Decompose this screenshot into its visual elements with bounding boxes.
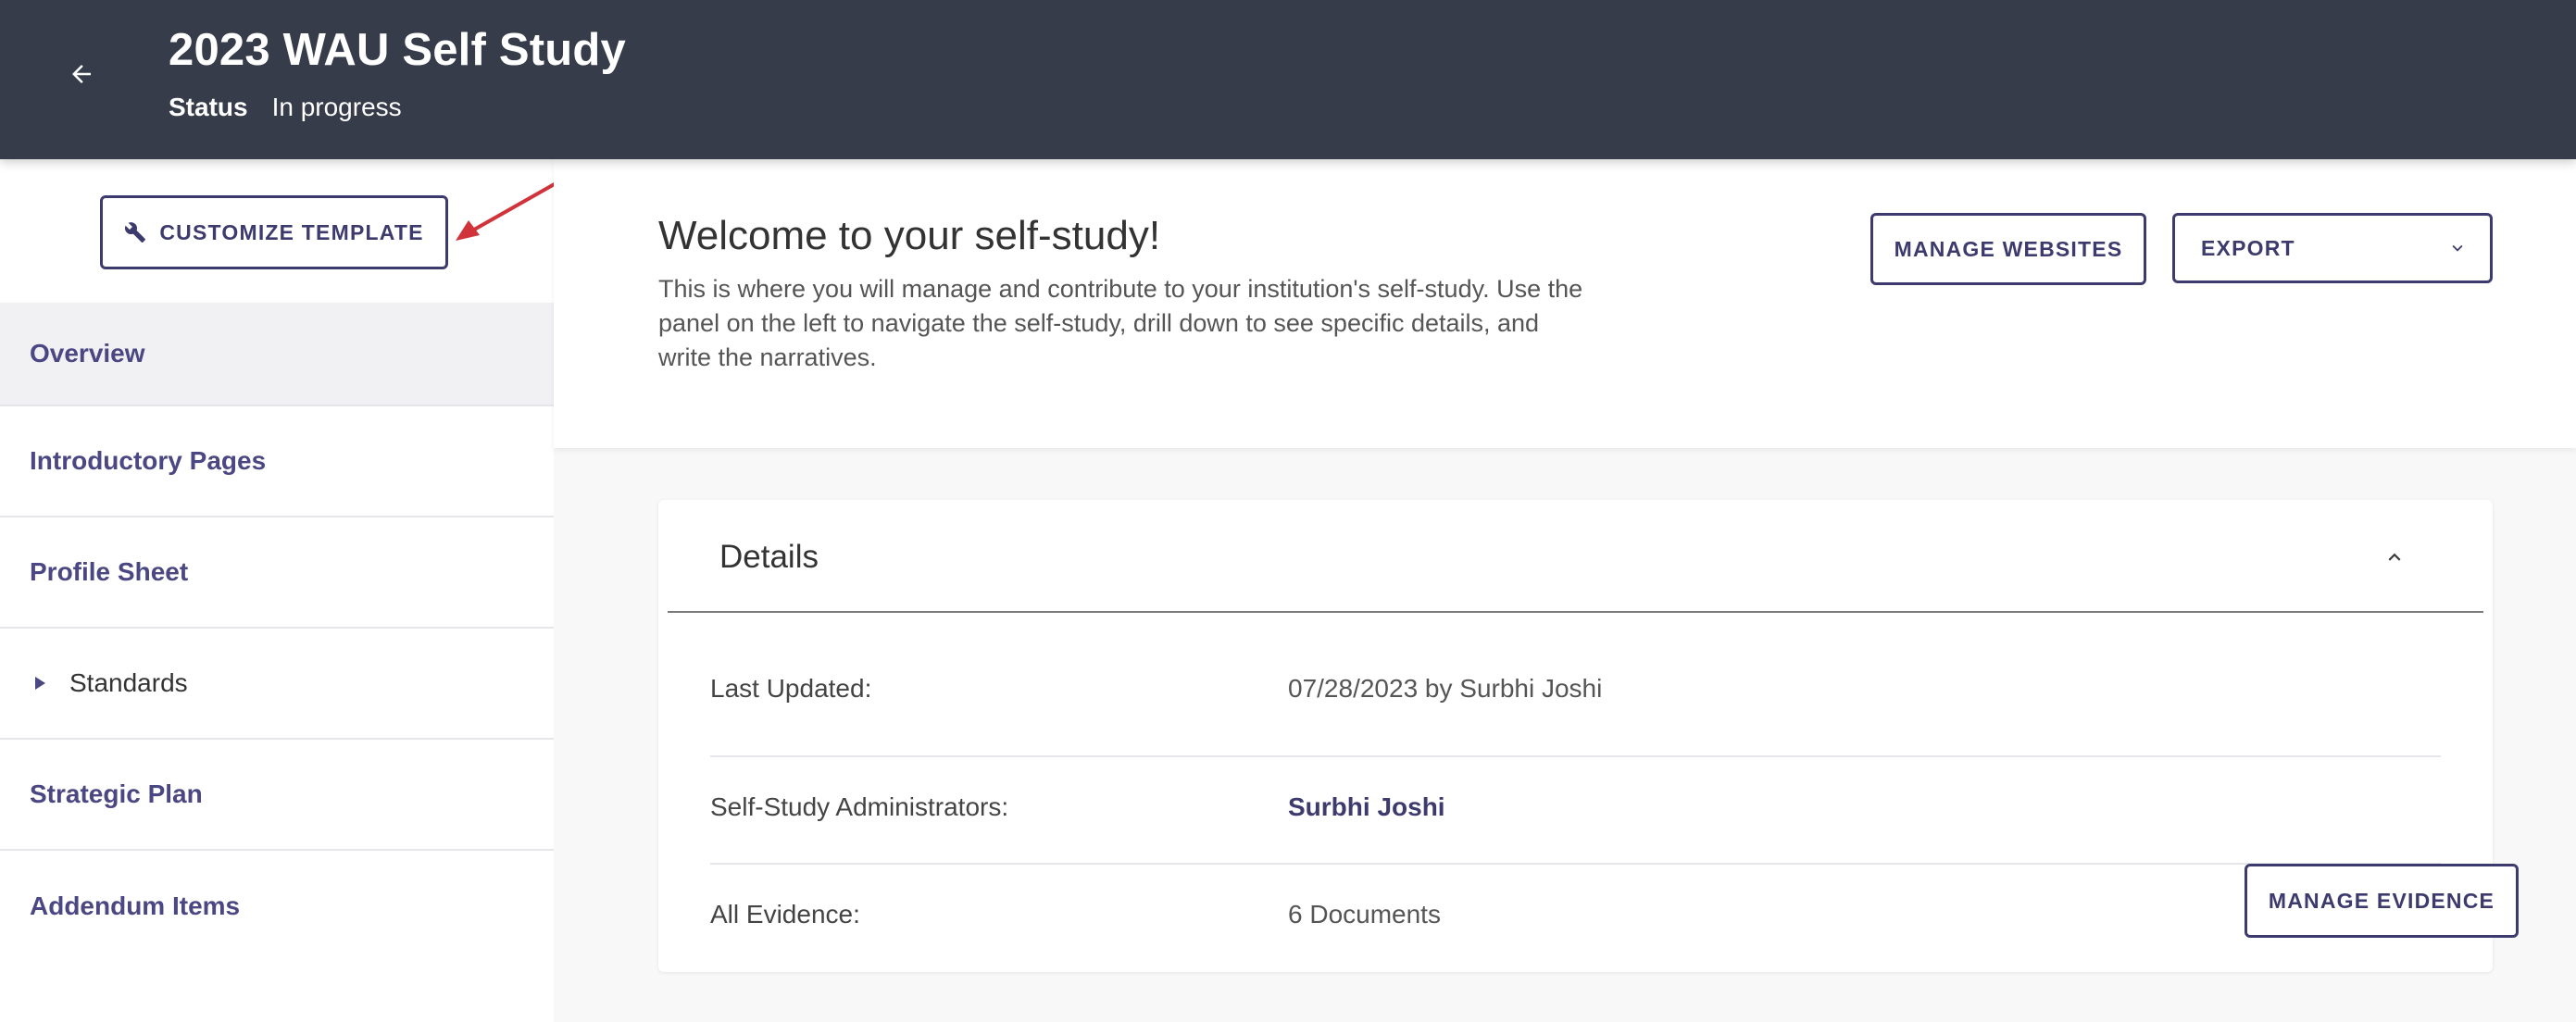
detail-value: 07/28/2023 by Surbhi Joshi <box>1288 674 1603 703</box>
manage-evidence-button[interactable]: MANAGE EVIDENCE <box>2245 864 2519 938</box>
detail-row-evidence: All Evidence: 6 Documents <box>710 865 2441 972</box>
sidebar-item-overview[interactable]: Overview <box>0 303 554 406</box>
status-label: Status <box>169 93 248 121</box>
sidebar-item-label: Overview <box>30 339 145 368</box>
detail-value: 6 Documents <box>1288 900 1441 929</box>
wrench-icon <box>125 222 146 243</box>
welcome-text: This is where you will manage and contri… <box>658 275 1583 371</box>
arrow-left-icon <box>72 65 91 83</box>
details-header: Details <box>668 500 2483 613</box>
caret-right-icon[interactable] <box>35 677 45 690</box>
main-content: Welcome to your self-study! This is wher… <box>554 159 2576 1022</box>
details-card: Details Last Updated: 07/28/2023 by Surb… <box>658 500 2493 972</box>
chevron-down-icon <box>2452 244 2463 252</box>
administrator-link[interactable]: Surbhi Joshi <box>1288 792 1445 822</box>
export-label: EXPORT <box>2201 235 2295 260</box>
sidebar-item-addendum-items[interactable]: Addendum Items <box>0 851 554 962</box>
customize-template-button[interactable]: CUSTOMIZE TEMPLATE <box>100 195 448 269</box>
welcome-title: Welcome to your self-study! <box>658 213 1161 258</box>
status-value: In progress <box>271 93 402 121</box>
sidebar-item-label: Standards <box>69 668 188 697</box>
app-header: 2023 WAU Self Study Status In progress <box>0 0 2576 159</box>
detail-label: All Evidence: <box>710 900 860 929</box>
sidebar-item-introductory-pages[interactable]: Introductory Pages <box>0 406 554 517</box>
manage-websites-button[interactable]: MANAGE WEBSITES <box>1870 213 2146 285</box>
detail-row-administrators: Self-Study Administrators: Surbhi Joshi <box>710 757 2441 865</box>
status-row: Status In progress <box>169 93 402 122</box>
sidebar-item-label: Strategic Plan <box>30 779 203 808</box>
sidebar-item-label: Profile Sheet <box>30 557 189 586</box>
export-dropdown[interactable]: EXPORT <box>2172 213 2493 283</box>
welcome-panel: Welcome to your self-study! This is wher… <box>554 159 2576 448</box>
sidebar-item-label: Addendum Items <box>30 891 241 920</box>
collapse-button[interactable] <box>2378 541 2411 574</box>
sidebar-item-strategic-plan[interactable]: Strategic Plan <box>0 740 554 851</box>
sidebar-item-profile-sheet[interactable]: Profile Sheet <box>0 517 554 629</box>
back-button[interactable] <box>59 52 104 96</box>
page-title: 2023 WAU Self Study <box>169 25 626 75</box>
sidebar: CUSTOMIZE TEMPLATE Overview Introductory… <box>0 159 573 1022</box>
detail-row-last-updated: Last Updated: 07/28/2023 by Surbhi Joshi <box>710 650 2441 757</box>
sidebar-nav: Overview Introductory Pages Profile Shee… <box>0 303 554 962</box>
chevron-up-icon <box>2388 553 2401 561</box>
customize-template-label: CUSTOMIZE TEMPLATE <box>159 219 424 244</box>
sidebar-item-standards[interactable]: Standards <box>0 629 554 740</box>
detail-label: Last Updated: <box>710 674 872 703</box>
details-title: Details <box>719 539 819 575</box>
sidebar-item-label: Introductory Pages <box>30 446 267 475</box>
detail-label: Self-Study Administrators: <box>710 792 1009 821</box>
